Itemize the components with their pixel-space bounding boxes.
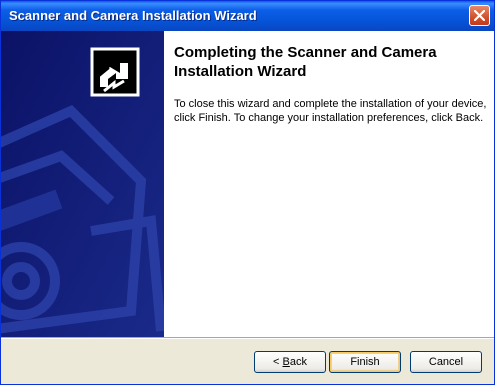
wizard-arrow-icon xyxy=(90,47,140,97)
back-button[interactable]: < Back xyxy=(254,351,326,373)
title-bar[interactable]: Scanner and Camera Installation Wizard xyxy=(1,1,494,31)
finish-button[interactable]: Finish xyxy=(329,351,401,373)
wizard-content: Completing the Scanner and Camera Instal… xyxy=(164,31,494,337)
button-bar: < Back Finish Cancel xyxy=(1,339,494,384)
back-button-prefix: < xyxy=(273,356,283,368)
back-button-accel: B xyxy=(282,356,290,368)
close-button[interactable] xyxy=(469,5,490,26)
page-heading: Completing the Scanner and Camera Instal… xyxy=(174,44,437,80)
window-title: Scanner and Camera Installation Wizard xyxy=(9,8,257,23)
close-icon xyxy=(474,10,485,21)
cancel-button[interactable]: Cancel xyxy=(410,351,482,373)
page-description: To close this wizard and complete the in… xyxy=(174,98,487,124)
back-button-rest: ack xyxy=(289,356,307,368)
wizard-sidebar xyxy=(1,31,164,337)
wizard-window: Scanner and Camera Installation Wizard C… xyxy=(0,0,495,385)
